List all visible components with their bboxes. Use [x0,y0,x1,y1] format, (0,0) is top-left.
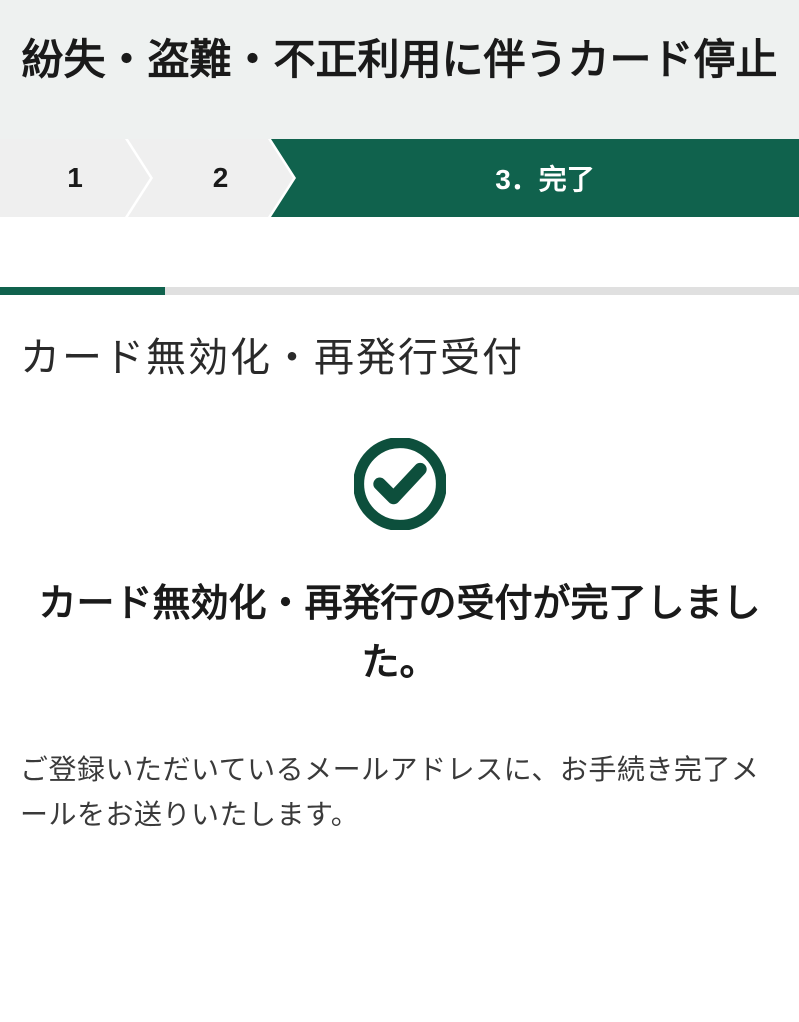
description-text: ご登録いただいているメールアドレスに、お手続き完了メールをお送りいたします。 [20,748,779,838]
step-3-active: 3．完了 [271,139,799,217]
page-title: 紛失・盗難・不正利用に伴うカード停止 [20,28,779,91]
content-area: カード無効化・再発行受付 カード無効化・再発行の受付が完了しました。 ご登録いた… [0,295,799,837]
completion-message: カード無効化・再発行の受付が完了しました。 [20,575,779,693]
page-header: 紛失・盗難・不正利用に伴うカード停止 [0,0,799,139]
section-title: カード無効化・再発行受付 [20,325,779,383]
step-1: 1 [0,139,150,217]
step-3-label: 3．完了 [495,158,595,198]
progress-bar [0,287,799,295]
check-circle-icon [354,438,446,530]
icon-wrapper [20,438,779,535]
step-2: 2 [128,139,293,217]
step-indicator: 1 2 3．完了 [0,139,799,217]
step-1-label: 1 [67,162,83,194]
progress-fill [0,287,165,295]
step-2-label: 2 [213,162,229,194]
